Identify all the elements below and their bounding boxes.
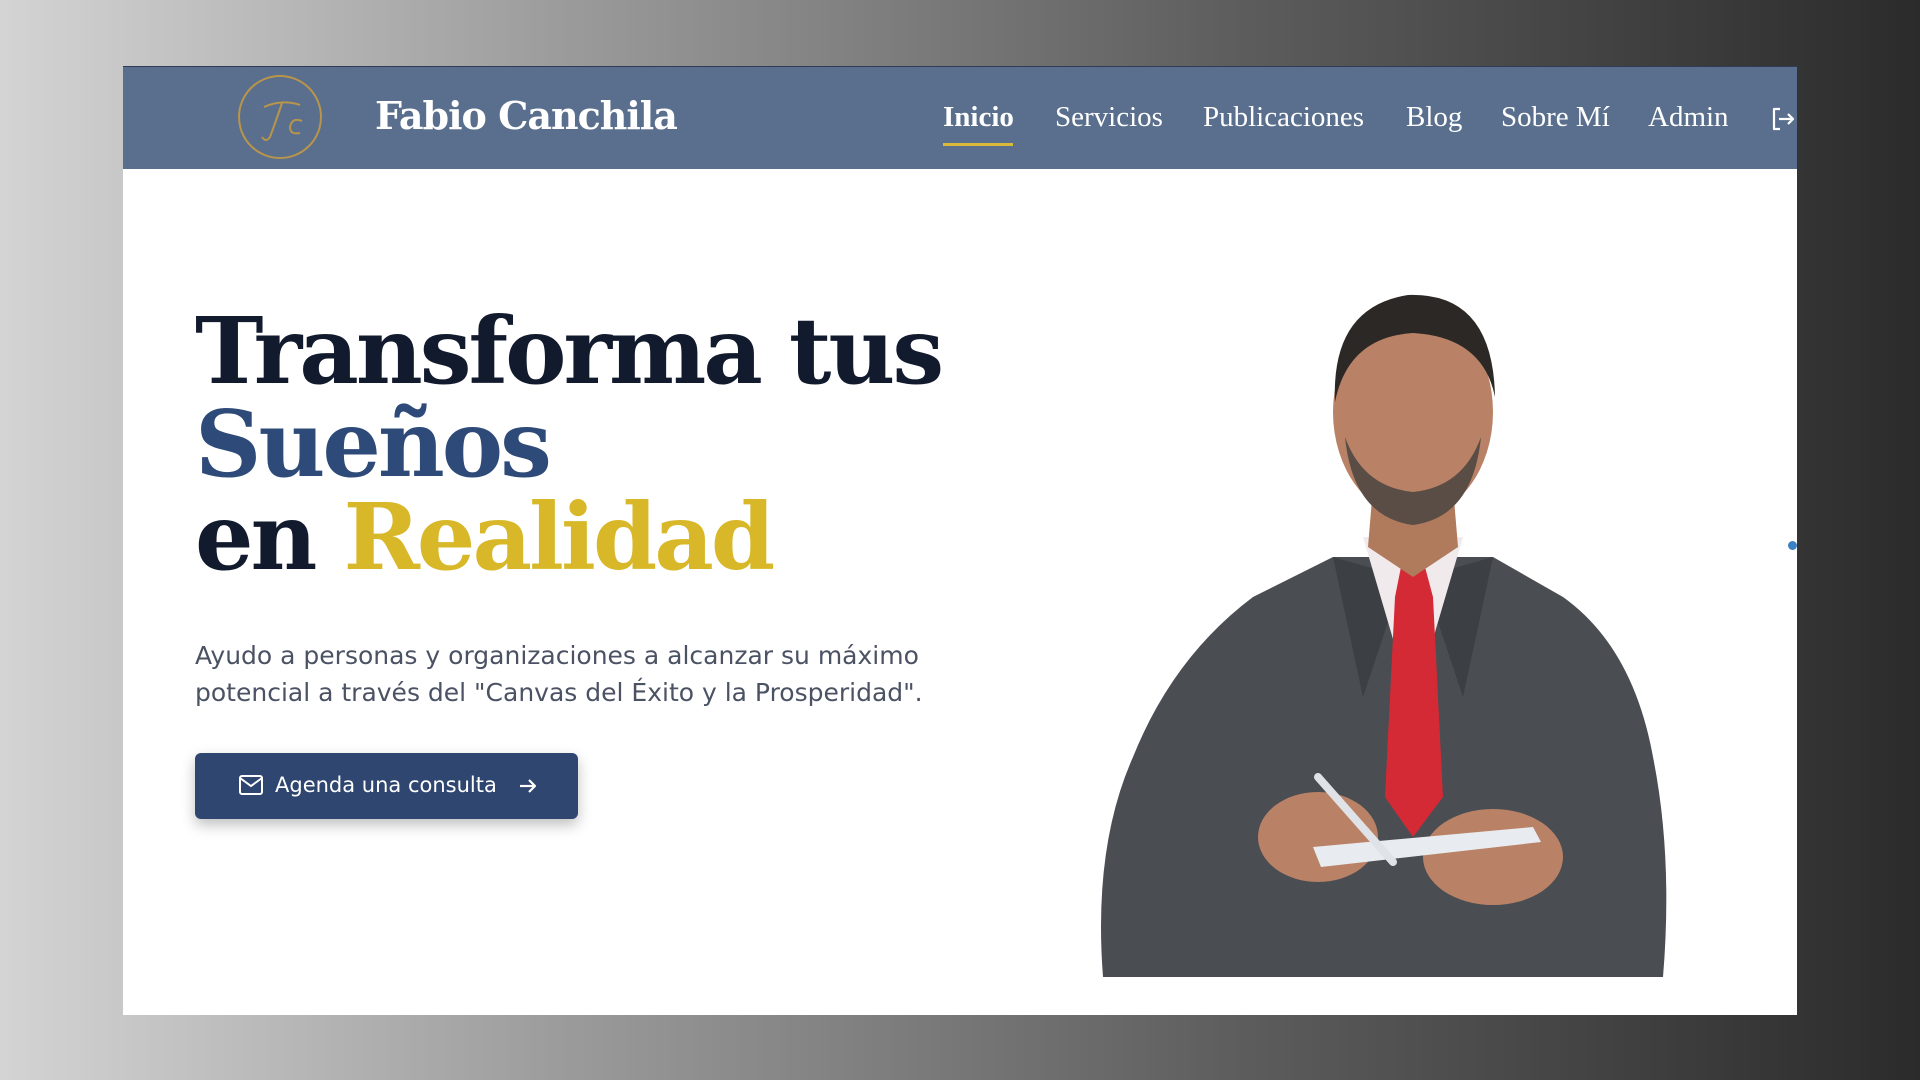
headline-line-2: Sueños [195,390,552,498]
hero-headline: Transforma tus Sueños en Realidad [195,297,944,584]
headline-line-3: en Realidad [195,491,941,584]
logo[interactable] [238,75,322,159]
headline-en: en [195,483,344,591]
headline-realidad: Realidad [343,483,775,591]
active-nav-indicator [943,143,1013,146]
portrait-image [1101,294,1667,977]
hero-subtext: Ayudo a personas y organizaciones a alca… [195,641,923,707]
nav-item-publicaciones[interactable]: Publicaciones [1203,101,1364,134]
nav-item-admin[interactable]: Admin [1648,101,1729,134]
nav-item-inicio[interactable]: Inicio [943,101,1014,134]
nav-item-servicios[interactable]: Servicios [1055,101,1163,134]
browser-window: Fabio Canchila Inicio Servicios Publicac… [123,66,1797,1015]
book-consultation-button[interactable]: Agenda una consulta [195,753,578,819]
mail-icon [239,775,263,795]
arrow-right-icon [520,779,537,793]
brand-name[interactable]: Fabio Canchila [375,93,678,138]
logo-monogram-icon [261,101,303,141]
scroll-indicator[interactable] [1788,541,1797,550]
nav-item-blog[interactable]: Blog [1406,101,1462,134]
site-header: Fabio Canchila Inicio Servicios Publicac… [123,67,1797,169]
cta-label: Agenda una consulta [275,773,497,797]
nav-item-sobre-mi[interactable]: Sobre Mí [1501,101,1610,134]
logout-icon[interactable] [1769,105,1797,133]
headline-line-1: Transforma tus [195,297,944,405]
